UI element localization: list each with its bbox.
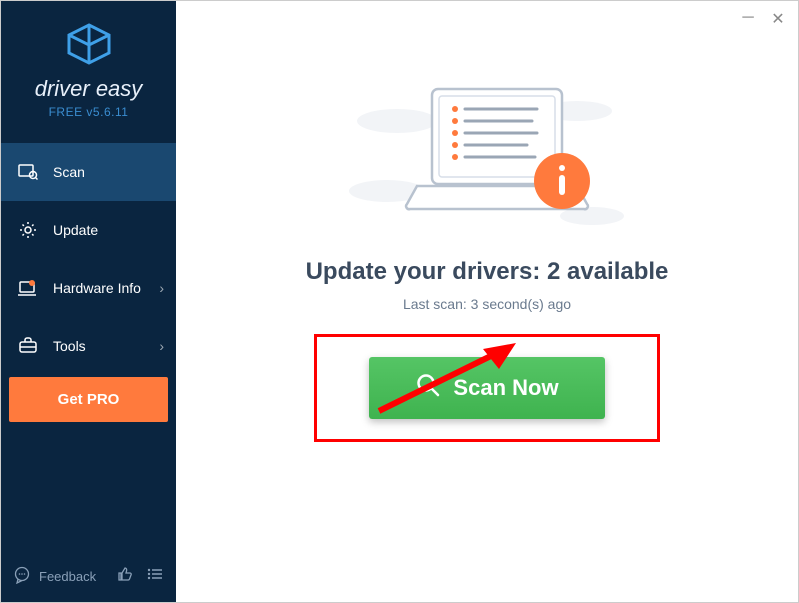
sidebar-bottom: Feedback: [1, 551, 176, 602]
brand-name: driver easy: [1, 76, 176, 102]
list-menu-icon[interactable]: [146, 565, 164, 588]
version-label: FREE v5.6.11: [1, 105, 176, 119]
hardware-icon: [17, 277, 39, 299]
feedback-label: Feedback: [39, 569, 96, 584]
sidebar-item-label: Update: [53, 222, 98, 238]
page-heading: Update your drivers: 2 available: [306, 258, 669, 286]
close-icon[interactable]: ✕: [770, 9, 786, 29]
scan-highlight-box: Scan Now: [314, 334, 659, 442]
window-controls: ─ ✕: [740, 9, 786, 29]
sidebar-item-label: Tools: [53, 338, 86, 354]
sidebar-item-tools[interactable]: Tools ›: [1, 317, 176, 375]
minimize-icon[interactable]: ─: [740, 9, 756, 29]
get-pro-label: Get PRO: [58, 391, 120, 408]
laptop-illustration: [337, 71, 637, 246]
feedback-button[interactable]: Feedback: [13, 566, 96, 587]
brand-logo-icon: [65, 23, 113, 70]
content-area: Update your drivers: 2 available Last sc…: [176, 1, 798, 442]
sidebar-item-label: Scan: [53, 164, 85, 180]
last-scan-text: Last scan: 3 second(s) ago: [403, 296, 571, 312]
tools-icon: [17, 335, 39, 357]
main-content: ─ ✕: [176, 1, 798, 602]
chevron-right-icon: ›: [159, 280, 164, 296]
thumbs-up-icon[interactable]: [116, 565, 134, 588]
sidebar-item-scan[interactable]: Scan: [1, 143, 176, 201]
scan-now-label: Scan Now: [453, 375, 558, 401]
chevron-right-icon: ›: [159, 338, 164, 354]
gear-icon: [17, 219, 39, 241]
scan-now-button[interactable]: Scan Now: [369, 357, 604, 419]
sidebar-item-hardware-info[interactable]: Hardware Info ›: [1, 259, 176, 317]
sidebar-bottom-icons: [116, 565, 164, 588]
chat-icon: [13, 566, 31, 587]
sidebar-item-label: Hardware Info: [53, 280, 141, 296]
app-window: driver easy FREE v5.6.11 Scan Update: [0, 0, 799, 603]
logo-area: driver easy FREE v5.6.11: [1, 1, 176, 133]
magnify-icon: [415, 372, 441, 404]
sidebar: driver easy FREE v5.6.11 Scan Update: [1, 1, 176, 602]
scan-nav-icon: [17, 161, 39, 183]
get-pro-button[interactable]: Get PRO: [9, 377, 168, 422]
sidebar-nav: Scan Update Hardware Info › Tools: [1, 143, 176, 375]
sidebar-item-update[interactable]: Update: [1, 201, 176, 259]
